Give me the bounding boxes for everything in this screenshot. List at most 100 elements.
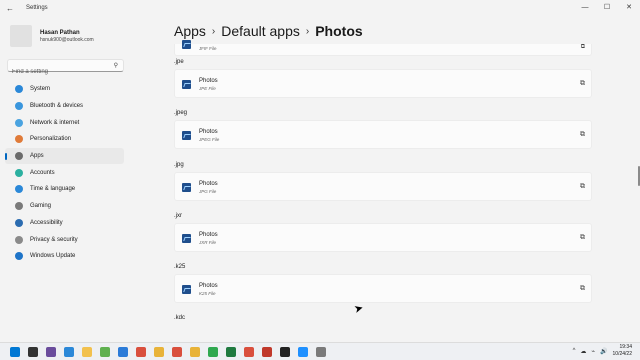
photos-app-icon bbox=[182, 182, 191, 192]
taskbar-app-icon[interactable] bbox=[208, 346, 218, 357]
chevron-right-icon: › bbox=[305, 25, 310, 37]
user-profile[interactable]: Hasan Pathan hsnuk900@outlook.com bbox=[0, 16, 130, 50]
open-external-icon: ⧉ bbox=[580, 44, 585, 50]
wifi-icon[interactable]: ⌁ bbox=[591, 348, 595, 355]
app-name: Photos bbox=[199, 283, 218, 290]
search-icon[interactable]: ⚲ bbox=[114, 62, 118, 69]
association-group: .jpeg Photos JPEG File ⧉ bbox=[174, 107, 592, 158]
taskbar-app-icon[interactable] bbox=[190, 346, 200, 357]
open-external-icon: ⧉ bbox=[580, 80, 585, 87]
breadcrumb-apps[interactable]: Apps bbox=[174, 23, 206, 39]
app-name: Photos bbox=[199, 180, 218, 187]
open-external-icon: ⧉ bbox=[580, 131, 585, 139]
sidebar-item-windows-update[interactable]: Windows Update bbox=[5, 248, 124, 265]
extension-label: .jpg bbox=[174, 161, 184, 168]
sidebar-item-apps[interactable]: Apps bbox=[5, 147, 124, 165]
back-arrow-icon[interactable]: ← bbox=[6, 4, 18, 13]
file-association-list: JFIF File ⧉ .jpe Photos JPE File ⧉ .jpeg Phot… bbox=[174, 40, 592, 342]
taskbar: ^ ☁ ⌁ 🔊 19:34 10/24/22 bbox=[0, 342, 640, 360]
association-card-partial[interactable]: JFIF File ⧉ bbox=[174, 40, 592, 56]
file-type-label: JPG File bbox=[199, 188, 217, 194]
title-bar: ← Settings — ☐ ✕ bbox=[0, 0, 640, 16]
taskbar-app-icon[interactable] bbox=[118, 346, 128, 357]
association-group: .jpg Photos JPG File ⧉ bbox=[174, 159, 592, 210]
sidebar: Hasan Pathan hsnuk900@outlook.com ⚲ Syst… bbox=[0, 16, 130, 342]
extension-label: .jpeg bbox=[174, 110, 188, 117]
sidebar-item-privacy-security[interactable]: Privacy & security bbox=[5, 231, 124, 248]
apps-icon bbox=[15, 152, 23, 161]
sidebar-item-bluetooth-devices[interactable]: Bluetooth & devices bbox=[5, 98, 124, 115]
breadcrumb-default-apps[interactable]: Default apps bbox=[221, 23, 300, 39]
taskbar-app-icon[interactable] bbox=[298, 346, 308, 357]
default-app-button[interactable]: Photos K25 File ⧉ bbox=[174, 274, 592, 304]
profile-name: Hasan Pathan bbox=[40, 29, 80, 36]
taskbar-app-icon[interactable] bbox=[154, 346, 164, 357]
start-icon[interactable] bbox=[10, 346, 20, 357]
window-controls: — ☐ ✕ bbox=[574, 0, 640, 16]
app-name: Photos bbox=[199, 231, 218, 238]
sidebar-item-system[interactable]: System bbox=[5, 81, 124, 98]
default-app-button[interactable]: Photos JPE File ⧉ bbox=[174, 69, 592, 98]
sidebar-item-accounts[interactable]: Accounts bbox=[5, 164, 124, 181]
profile-email: hsnuk900@outlook.com bbox=[40, 36, 94, 43]
taskbar-app-icon[interactable] bbox=[100, 346, 110, 357]
sidebar-item-label: Accessibility bbox=[30, 219, 63, 226]
sidebar-item-personalization[interactable]: Personalization bbox=[5, 131, 124, 148]
file-type-label: JPEG File bbox=[199, 137, 220, 143]
file-type-label: JXR File bbox=[199, 239, 217, 245]
personalization-icon bbox=[15, 135, 23, 144]
sidebar-item-label: Windows Update bbox=[30, 253, 76, 260]
maximize-button[interactable]: ☐ bbox=[596, 0, 618, 14]
photos-app-icon bbox=[182, 131, 191, 141]
taskbar-app-icon[interactable] bbox=[82, 346, 92, 357]
taskbar-app-icon[interactable] bbox=[244, 346, 254, 357]
sidebar-item-label: Bluetooth & devices bbox=[30, 103, 84, 110]
default-app-button[interactable]: Photos JPEG File ⧉ bbox=[174, 120, 592, 150]
taskbar-app-icon[interactable] bbox=[28, 346, 38, 357]
sidebar-item-gaming[interactable]: Gaming bbox=[5, 198, 124, 215]
sidebar-item-time-language[interactable]: Time & language bbox=[5, 181, 124, 198]
extension-label: .jxr bbox=[174, 212, 182, 219]
volume-icon[interactable]: 🔊 bbox=[600, 348, 607, 355]
sidebar-item-network-internet[interactable]: Network & internet bbox=[5, 114, 124, 131]
clock-time: 19:34 bbox=[619, 344, 632, 350]
minimize-button[interactable]: — bbox=[574, 0, 596, 14]
sidebar-item-label: Privacy & security bbox=[30, 236, 78, 243]
default-app-button[interactable]: Photos JXR File ⧉ bbox=[174, 222, 592, 252]
search-input[interactable] bbox=[8, 66, 123, 78]
association-group: .k25 Photos K25 File ⧉ bbox=[174, 261, 592, 312]
taskbar-app-icon[interactable] bbox=[46, 346, 56, 357]
sidebar-item-label: Gaming bbox=[30, 203, 52, 210]
system-tray: ^ ☁ ⌁ 🔊 19:34 10/24/22 bbox=[573, 344, 632, 358]
taskbar-app-icon[interactable] bbox=[262, 346, 272, 357]
photos-app-icon bbox=[182, 233, 191, 243]
photos-app-icon bbox=[182, 80, 191, 89]
taskbar-app-icon[interactable] bbox=[64, 346, 74, 357]
accounts-icon bbox=[15, 168, 23, 177]
window-title: Settings bbox=[26, 5, 48, 11]
taskbar-app-icon[interactable] bbox=[316, 346, 326, 357]
search-box[interactable]: ⚲ bbox=[7, 59, 124, 78]
sidebar-item-label: Apps bbox=[30, 153, 44, 160]
taskbar-app-icon[interactable] bbox=[136, 346, 146, 357]
accessibility-icon bbox=[15, 218, 23, 227]
default-app-button[interactable]: Photos JPG File ⧉ bbox=[174, 171, 592, 201]
association-group: .jpe Photos JPE File ⧉ bbox=[174, 56, 592, 107]
clock[interactable]: 19:34 10/24/22 bbox=[613, 344, 632, 358]
open-external-icon: ⧉ bbox=[580, 182, 585, 190]
app-name: Photos bbox=[199, 78, 218, 84]
close-button[interactable]: ✕ bbox=[618, 0, 640, 14]
system-icon bbox=[15, 85, 23, 94]
privacy-icon bbox=[15, 235, 23, 244]
taskbar-app-icon[interactable] bbox=[280, 346, 290, 357]
tray-chevron-icon[interactable]: ^ bbox=[573, 348, 576, 354]
taskbar-app-icon[interactable] bbox=[172, 346, 182, 357]
association-group: .kdc bbox=[174, 312, 592, 342]
file-type-label: K25 File bbox=[199, 291, 216, 297]
cloud-icon[interactable]: ☁ bbox=[580, 348, 586, 355]
sidebar-item-accessibility[interactable]: Accessibility bbox=[5, 215, 124, 232]
time-language-icon bbox=[15, 185, 23, 194]
page-title: Photos bbox=[315, 23, 363, 39]
avatar bbox=[10, 25, 32, 47]
taskbar-app-icon[interactable] bbox=[226, 346, 236, 357]
